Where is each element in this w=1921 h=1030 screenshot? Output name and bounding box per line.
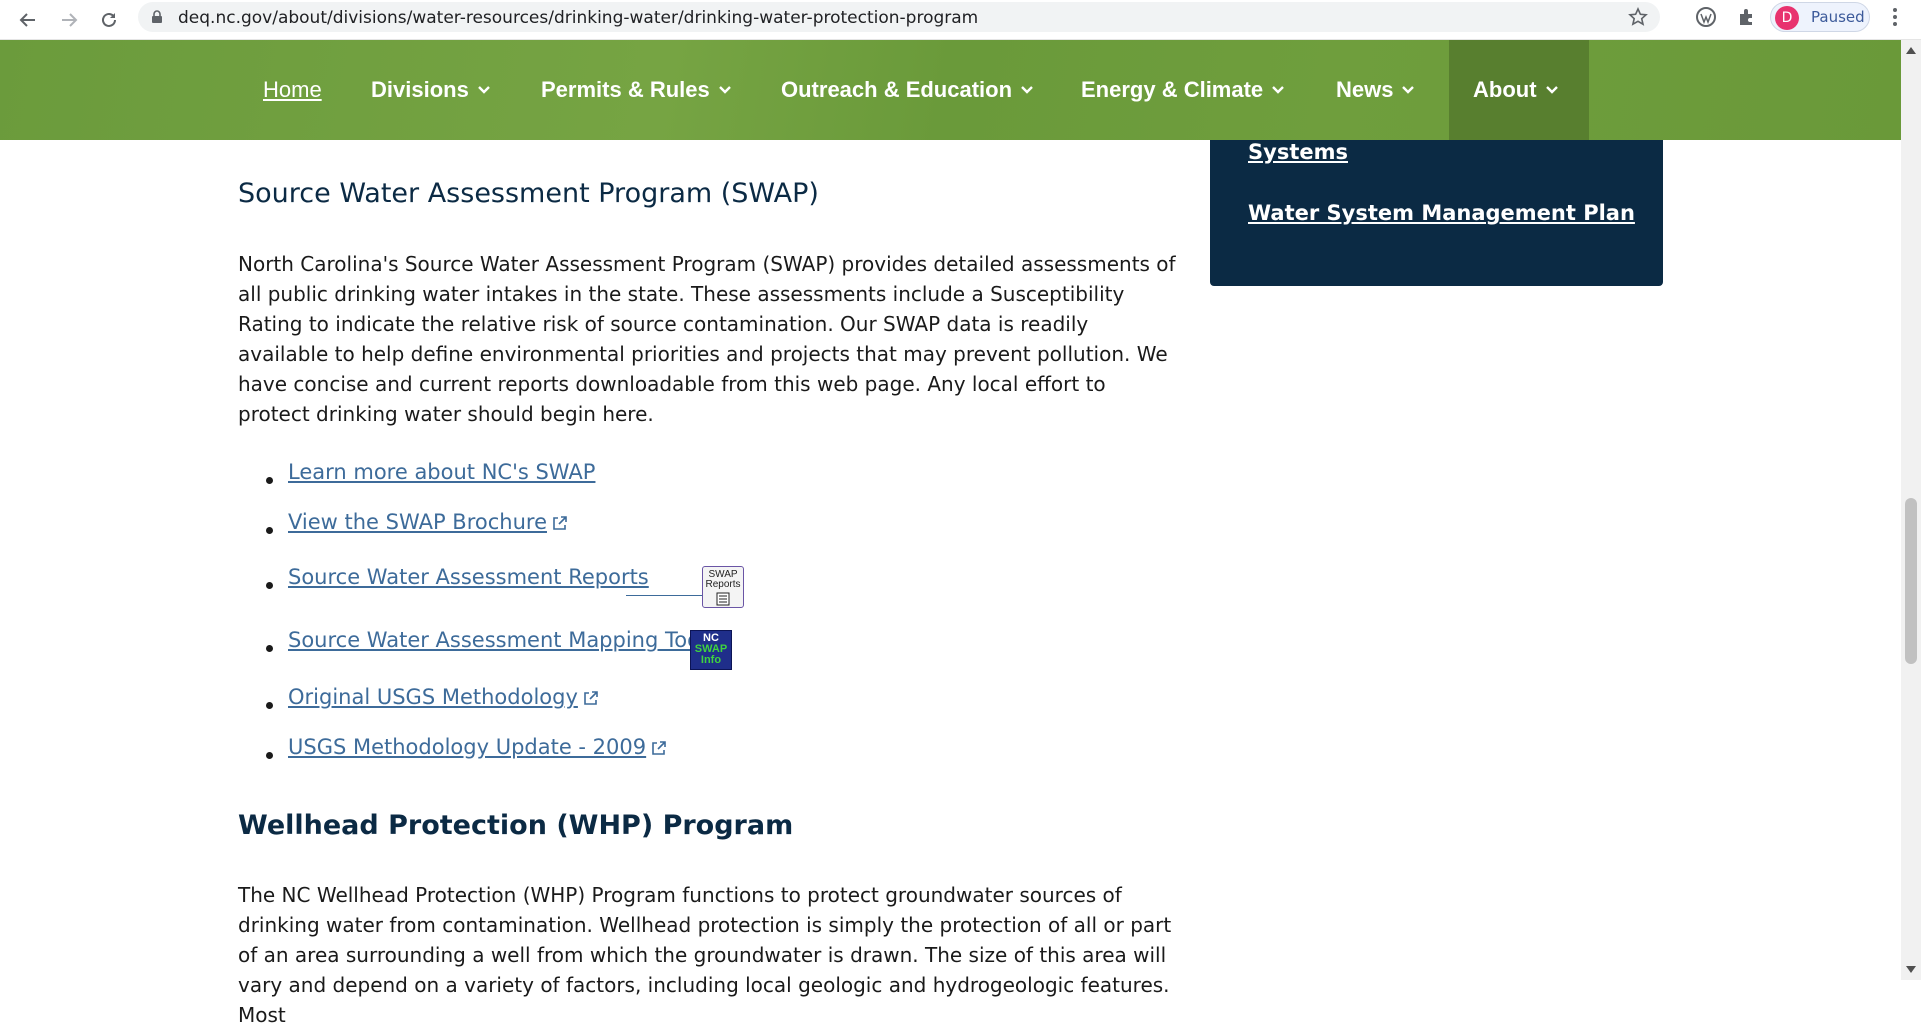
star-icon[interactable] [1628,7,1648,27]
bullet [266,477,273,484]
scroll-down-icon[interactable] [1906,966,1916,974]
chevron-down-icon [477,86,490,94]
nav-energy-climate[interactable]: Energy & Climate [1081,40,1285,140]
nav-energy-climate-label: Energy & Climate [1081,77,1264,102]
badge-line: Info [700,654,722,666]
reload-icon[interactable] [95,6,123,34]
link-swa-reports[interactable]: Source Water Assessment Reports [288,565,649,589]
swap-heading: Source Water Assessment Program (SWAP) [238,178,819,209]
link-swap-brochure-label: View the SWAP Brochure [288,510,547,534]
nav-permits-rules[interactable]: Permits & Rules [541,40,732,140]
link-swap-brochure[interactable]: View the SWAP Brochure [288,510,568,534]
nav-outreach-education[interactable]: Outreach & Education [781,40,1034,140]
bullet [266,702,273,709]
menu-dots-icon[interactable] [1888,6,1902,28]
link-usgs-methodology-update-label: USGS Methodology Update - 2009 [288,735,647,759]
chevron-down-icon [1021,86,1033,94]
profile-status: Paused [1811,8,1865,26]
nav-home[interactable]: Home [263,40,322,140]
nav-outreach-education-label: Outreach & Education [781,77,1013,102]
sidebar-link-systems[interactable]: Systems [1248,140,1348,164]
forward-icon[interactable] [55,6,83,34]
link-swa-mapping-tool[interactable]: Source Water Assessment Mapping Tool [288,628,706,652]
chevron-down-icon [718,86,731,94]
link-learn-more-swap[interactable]: Learn more about NC's SWAP [288,460,595,484]
external-link-icon [584,690,598,705]
badge-line: Reports [705,579,741,590]
page-scrollbar[interactable] [1901,40,1921,980]
address-bar[interactable]: deq.nc.gov/about/divisions/water-resourc… [138,2,1660,32]
nav-divisions-label: Divisions [371,77,469,102]
chevron-down-icon [1545,86,1558,94]
avatar: D [1775,6,1799,30]
nav-news[interactable]: News [1336,40,1415,140]
swap-description: North Carolina's Source Water Assessment… [238,252,1176,426]
link-original-usgs-methodology[interactable]: Original USGS Methodology [288,685,599,709]
external-link-icon [652,740,666,755]
link-original-usgs-methodology-label: Original USGS Methodology [288,685,578,709]
nav-news-label: News [1336,77,1394,102]
url-text[interactable]: deq.nc.gov/about/divisions/water-resourc… [178,8,978,28]
nav-about[interactable]: About [1473,40,1559,140]
nc-swap-info-badge[interactable]: NC SWAP Info [690,630,732,670]
bullet [266,527,273,534]
puzzle-icon[interactable] [1736,6,1758,28]
profile-button[interactable]: D Paused [1770,2,1870,32]
nav-about-label: About [1473,77,1537,102]
main-navigation: Home Divisions Permits & Rules Outreach … [0,40,1901,140]
sidebar-menu: Systems Water System Management Plan [1210,140,1663,286]
chevron-down-icon [1402,86,1415,94]
bullet [266,645,273,652]
browser-toolbar: deq.nc.gov/about/divisions/water-resourc… [0,0,1921,40]
document-stack-icon [716,592,730,606]
whp-description: The NC Wellhead Protection (WHP) Program… [238,883,1172,1027]
wordpress-icon[interactable] [1695,6,1717,28]
link-usgs-methodology-update[interactable]: USGS Methodology Update - 2009 [288,735,667,759]
nav-divisions[interactable]: Divisions [371,40,491,140]
back-icon[interactable] [14,6,42,34]
whp-heading: Wellhead Protection (WHP) Program [238,810,794,841]
bullet [266,582,273,589]
external-link-icon [553,515,567,530]
lock-icon[interactable] [150,10,164,24]
chevron-down-icon [1272,86,1285,94]
scroll-up-icon[interactable] [1906,46,1916,54]
scrollbar-thumb[interactable] [1905,498,1917,664]
bullet [266,752,273,759]
swap-reports-badge[interactable]: SWAP Reports [702,566,744,608]
nav-permits-rules-label: Permits & Rules [541,77,710,102]
sidebar-link-water-system-management-plan[interactable]: Water System Management Plan [1248,201,1635,225]
